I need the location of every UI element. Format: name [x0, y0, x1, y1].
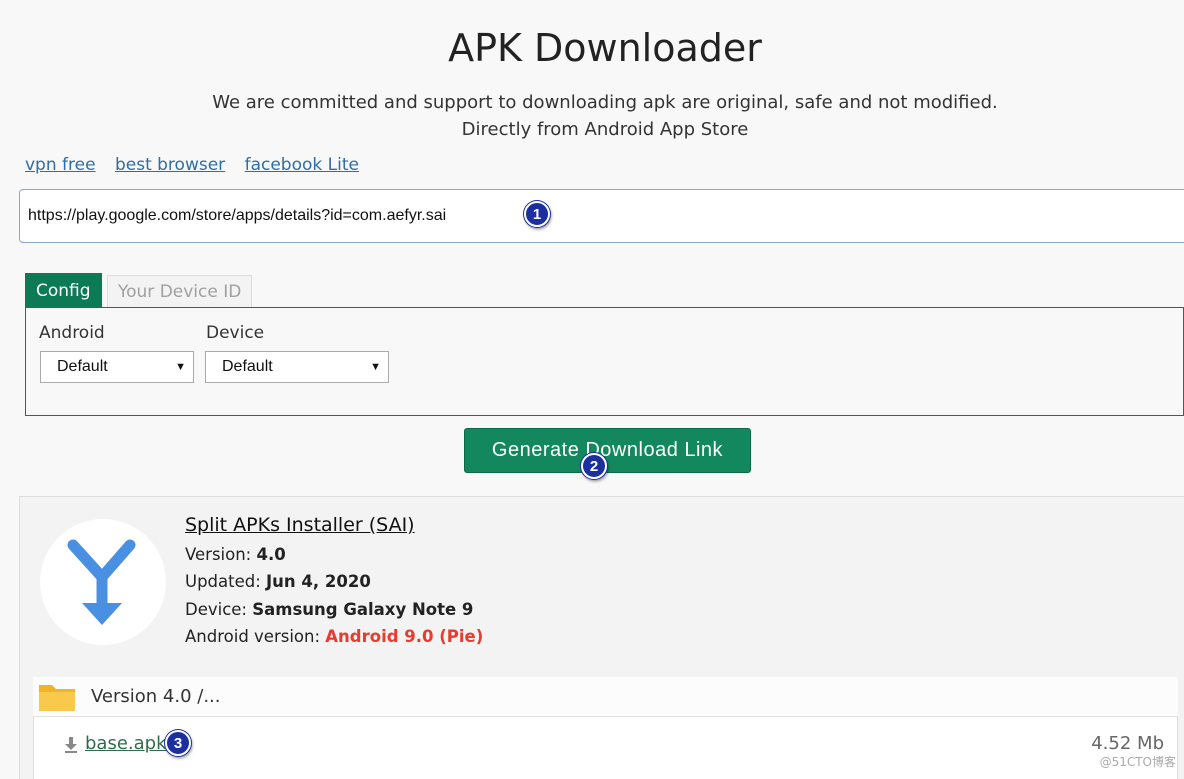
- page-title: APK Downloader: [448, 26, 762, 70]
- app-icon: [40, 519, 166, 645]
- android-select-value: Default: [57, 358, 108, 375]
- android-select[interactable]: Default ▼: [40, 351, 194, 383]
- tab-config[interactable]: Config: [25, 273, 102, 308]
- folder-label: Version 4.0 /...: [91, 686, 221, 707]
- link-best-browser[interactable]: best browser: [115, 155, 225, 175]
- folder-icon: [39, 685, 75, 711]
- step-marker-3: 3: [165, 730, 191, 756]
- url-input[interactable]: [28, 190, 728, 242]
- link-facebook-lite[interactable]: facebook Lite: [245, 155, 359, 175]
- dropdown-arrow-icon: ▼: [370, 361, 381, 373]
- generate-download-link-button[interactable]: Generate Download Link: [464, 428, 751, 473]
- app-updated: Updated: Jun 4, 2020: [185, 572, 371, 591]
- subtitle-line-2: Directly from Android App Store: [461, 119, 749, 140]
- file-size: 4.52 Mb: [1091, 733, 1164, 754]
- device-select-value: Default: [222, 358, 273, 375]
- download-icon: [65, 737, 77, 753]
- tab-device-id[interactable]: Your Device ID: [107, 275, 253, 308]
- step-marker-2: 2: [581, 453, 607, 479]
- file-link-base-apk[interactable]: base.apk: [85, 733, 167, 754]
- config-panel: Android Default ▼ Device Default ▼: [25, 307, 1184, 416]
- device-label: Device: [206, 323, 265, 343]
- app-name-link[interactable]: Split APKs Installer (SAI): [185, 514, 415, 536]
- url-input-box: [19, 189, 1184, 243]
- subtitle-line-1: We are committed and support to download…: [212, 92, 998, 113]
- app-version: Version: 4.0: [185, 545, 286, 564]
- page-subtitle: We are committed and support to download…: [0, 89, 1184, 143]
- watermark: @51CTO博客: [1099, 755, 1176, 769]
- step-marker-1: 1: [524, 201, 550, 227]
- app-android-version: Android version: Android 9.0 (Pie): [185, 627, 484, 646]
- android-label: Android: [39, 323, 105, 343]
- device-select[interactable]: Default ▼: [205, 351, 389, 383]
- dropdown-arrow-icon: ▼: [175, 361, 186, 373]
- quick-links: vpn free best browser facebook Lite: [25, 155, 373, 175]
- split-arrow-icon: [67, 539, 136, 625]
- app-device: Device: Samsung Galaxy Note 9: [185, 600, 474, 619]
- link-vpn-free[interactable]: vpn free: [25, 155, 96, 175]
